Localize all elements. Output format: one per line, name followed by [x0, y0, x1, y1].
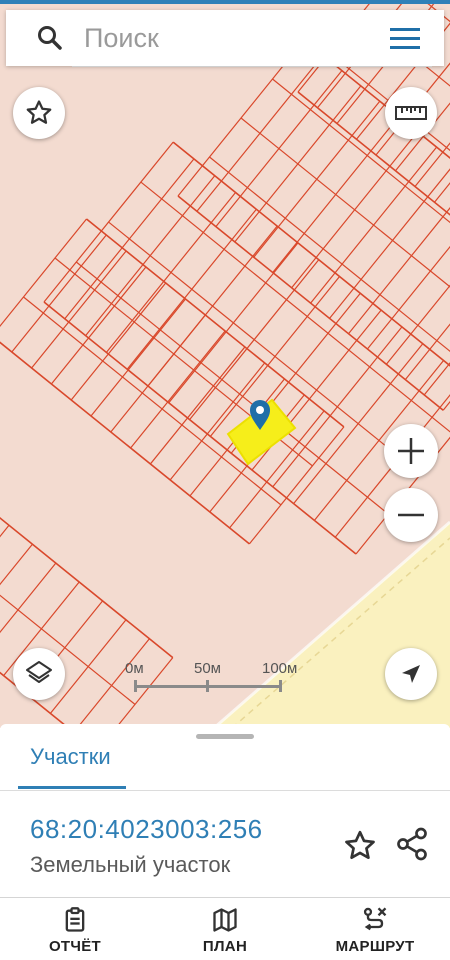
sheet-drag-handle[interactable]: [196, 734, 254, 739]
clipboard-icon: [65, 907, 85, 932]
plus-icon: [398, 438, 424, 464]
nav-plan-label: ПЛАН: [202, 938, 248, 955]
bottom-sheet: Участки 68:20:4023003:256 Земельный учас…: [0, 724, 450, 960]
search-icon[interactable]: [36, 24, 64, 52]
star-icon: [26, 100, 52, 124]
map-canvas[interactable]: [0, 0, 450, 728]
scale-label-50: 50м: [194, 660, 221, 677]
parcel-type: Земельный участок: [30, 852, 231, 877]
share-icon[interactable]: [394, 826, 430, 862]
zoom-out-button[interactable]: [384, 488, 438, 542]
layers-button[interactable]: [13, 648, 65, 700]
route-icon: [363, 907, 387, 931]
map-icon: [213, 908, 237, 932]
favorite-star-icon[interactable]: [342, 828, 378, 864]
map-view[interactable]: 0м 50м 100м: [0, 0, 450, 728]
nav-report-label: ОТЧЁТ: [48, 938, 102, 955]
favorites-button[interactable]: [13, 87, 65, 139]
nav-route-label: МАРШРУТ: [335, 938, 415, 955]
status-accent-line: [0, 0, 450, 4]
navigation-arrow-icon: [402, 665, 420, 683]
ruler-button[interactable]: [385, 87, 437, 139]
my-location-button[interactable]: [385, 648, 437, 700]
hamburger-menu-icon[interactable]: [388, 24, 424, 52]
ruler-icon: [395, 106, 427, 120]
nav-report[interactable]: ОТЧЁТ: [0, 898, 150, 960]
scale-label-0: 0м: [125, 660, 144, 677]
minus-icon: [398, 513, 424, 517]
nav-plan[interactable]: ПЛАН: [150, 898, 300, 960]
nav-route[interactable]: МАРШРУТ: [300, 898, 450, 960]
tab-parcels[interactable]: Участки: [30, 744, 111, 770]
map-scale-bar: 0м 50м 100м: [124, 660, 304, 696]
tab-indicator: [18, 786, 126, 789]
bottom-navigation: ОТЧЁТ ПЛАН МАРШРУТ: [0, 898, 450, 960]
search-bar: Поиск: [6, 10, 444, 67]
zoom-in-button[interactable]: [384, 424, 438, 478]
scale-label-100: 100м: [262, 660, 298, 677]
layers-icon: [26, 661, 52, 683]
search-input[interactable]: Поиск: [84, 22, 159, 54]
cadastral-number[interactable]: 68:20:4023003:256: [30, 814, 263, 845]
